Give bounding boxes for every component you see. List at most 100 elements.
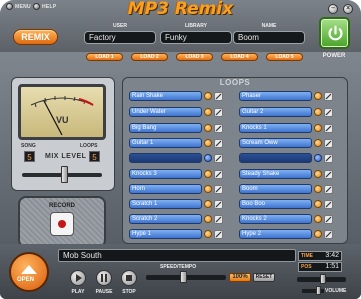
loop-toggle-icon[interactable] xyxy=(314,230,322,238)
loop-edit-icon[interactable] xyxy=(214,230,223,239)
loop-slot-right-2[interactable]: Guitar 2 xyxy=(239,107,312,117)
preset-load-5[interactable]: LOAD 5 xyxy=(266,53,303,61)
loop-slot-left-2[interactable]: Under Water xyxy=(129,107,202,117)
loop-toggle-icon[interactable] xyxy=(314,124,322,132)
loop-edit-icon[interactable] xyxy=(214,154,223,163)
loop-slot-right-8[interactable]: Boo Boo xyxy=(239,199,312,209)
speed-tempo-slider[interactable] xyxy=(180,271,187,283)
loop-edit-icon[interactable] xyxy=(214,200,223,209)
loop-toggle-icon[interactable] xyxy=(314,108,322,116)
name-field[interactable]: Boom xyxy=(233,31,305,44)
loop-edit-icon[interactable] xyxy=(214,139,223,148)
loop-edit-icon[interactable] xyxy=(324,170,333,179)
loop-toggle-icon[interactable] xyxy=(314,200,322,208)
loop-edit-icon[interactable] xyxy=(214,108,223,117)
loop-slot-right-1[interactable]: Phaser xyxy=(239,91,312,101)
user-field[interactable]: Factory xyxy=(84,31,156,44)
loop-edit-icon[interactable] xyxy=(214,124,223,133)
preset-load-2[interactable]: LOAD 2 xyxy=(131,53,168,61)
loop-edit-icon[interactable] xyxy=(324,139,333,148)
library-field[interactable]: Funky xyxy=(160,31,232,44)
loop-edit-icon[interactable] xyxy=(324,185,333,194)
mp3-remix-window: MENU HELP MP3 Remix – × REMIX USER Facto… xyxy=(0,0,361,299)
loop-slot-left-10[interactable]: Hype 1 xyxy=(129,229,202,239)
loop-slot-left-7[interactable]: Horn xyxy=(129,184,202,194)
loop-edit-icon[interactable] xyxy=(214,185,223,194)
loop-edit-icon[interactable] xyxy=(324,230,333,239)
preset-load-4[interactable]: LOAD 4 xyxy=(221,53,258,61)
position-slider[interactable] xyxy=(320,274,326,284)
record-button[interactable] xyxy=(50,212,74,236)
loop-edit-icon[interactable] xyxy=(214,170,223,179)
loop-slot-left-3[interactable]: Big Bang xyxy=(129,123,202,133)
time-label: TIME xyxy=(301,253,313,259)
close-button[interactable]: × xyxy=(343,4,353,14)
loop-toggle-icon[interactable] xyxy=(204,230,212,238)
record-dot-icon xyxy=(58,220,66,228)
loop-slot-left-8[interactable]: Scratch 1 xyxy=(129,199,202,209)
vu-scale-icon xyxy=(30,96,94,136)
play-button[interactable] xyxy=(70,270,86,286)
loop-toggle-icon[interactable] xyxy=(204,200,212,208)
mix-level-slider[interactable] xyxy=(61,166,68,183)
vu-meter xyxy=(18,84,106,140)
open-button[interactable] xyxy=(9,252,49,292)
loop-edit-icon[interactable] xyxy=(324,124,333,133)
loop-slot-left-5[interactable] xyxy=(129,153,202,163)
user-label: USER xyxy=(113,23,127,29)
reset-button[interactable]: RESET xyxy=(253,273,275,282)
pause-button[interactable] xyxy=(96,270,112,286)
loop-toggle-icon[interactable] xyxy=(204,124,212,132)
loop-toggle-icon[interactable] xyxy=(204,185,212,193)
loops-count: 5 xyxy=(89,151,100,162)
loop-edit-icon[interactable] xyxy=(324,215,333,224)
loop-toggle-icon[interactable] xyxy=(314,215,322,223)
loop-slot-right-3[interactable]: Knocks 1 xyxy=(239,123,312,133)
record-label: RECORD xyxy=(48,203,75,209)
app-title: MP3 Remix xyxy=(127,0,234,19)
volume-slider[interactable] xyxy=(316,286,321,295)
loop-edit-icon[interactable] xyxy=(324,108,333,117)
eject-icon xyxy=(21,265,37,274)
loop-slot-left-9[interactable]: Scratch 2 xyxy=(129,214,202,224)
power-button[interactable] xyxy=(319,17,350,49)
loop-toggle-icon[interactable] xyxy=(314,139,322,147)
pause-icon xyxy=(101,274,107,282)
pos-label: POS xyxy=(301,264,312,270)
loop-edit-icon[interactable] xyxy=(324,154,333,163)
remix-button[interactable]: REMIX xyxy=(13,29,58,45)
loop-slot-right-7[interactable]: Boom xyxy=(239,184,312,194)
preset-load-1[interactable]: LOAD 1 xyxy=(86,53,123,61)
loop-slot-left-6[interactable]: Knocks 3 xyxy=(129,169,202,179)
loop-edit-icon[interactable] xyxy=(214,215,223,224)
loop-edit-icon[interactable] xyxy=(214,92,223,101)
loop-toggle-icon[interactable] xyxy=(204,154,212,162)
loop-slot-right-9[interactable]: Knocks 2 xyxy=(239,214,312,224)
speed-tempo-label: SPEED/TEMPO xyxy=(160,264,197,270)
loop-toggle-icon[interactable] xyxy=(204,108,212,116)
stop-button[interactable] xyxy=(121,270,137,286)
song-label: SONG xyxy=(21,143,36,149)
loop-toggle-icon[interactable] xyxy=(314,154,322,162)
loop-slot-right-4[interactable]: Scream Oww xyxy=(239,138,312,148)
loop-slot-left-4[interactable]: Guitar 1 xyxy=(129,138,202,148)
loop-toggle-icon[interactable] xyxy=(314,185,322,193)
song-title-display: Mob South xyxy=(58,249,296,262)
loop-edit-icon[interactable] xyxy=(324,92,333,101)
loop-toggle-icon[interactable] xyxy=(204,215,212,223)
loop-toggle-icon[interactable] xyxy=(314,170,322,178)
loop-slot-right-5[interactable] xyxy=(239,153,312,163)
loop-edit-icon[interactable] xyxy=(324,200,333,209)
loop-slot-right-10[interactable]: Hype 2 xyxy=(239,229,312,239)
loop-toggle-icon[interactable] xyxy=(204,170,212,178)
loop-toggle-icon[interactable] xyxy=(314,92,322,100)
loop-toggle-icon[interactable] xyxy=(204,92,212,100)
loop-toggle-icon[interactable] xyxy=(204,139,212,147)
loop-slot-left-1[interactable]: Rain Shake xyxy=(129,91,202,101)
preset-load-3[interactable]: LOAD 3 xyxy=(176,53,213,61)
stop-icon xyxy=(126,275,132,281)
loop-slot-right-6[interactable]: Steady Shake xyxy=(239,169,312,179)
minimize-button[interactable]: – xyxy=(328,4,338,14)
open-label: OPEN xyxy=(17,277,35,283)
position-display: POS 1:51 xyxy=(298,262,342,272)
